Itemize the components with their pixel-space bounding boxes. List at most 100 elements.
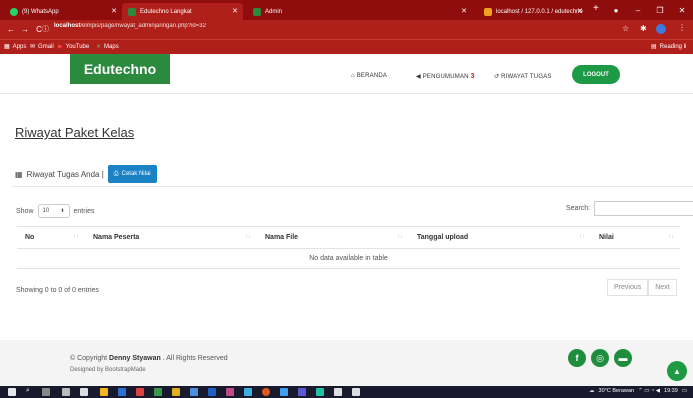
notification-icon[interactable]: ▭: [682, 388, 687, 394]
bookmark-maps[interactable]: ✕ Maps: [96, 43, 119, 51]
column-label: Nama File: [265, 234, 299, 241]
entries-select[interactable]: 10 ⬍: [37, 204, 70, 218]
new-tab-icon[interactable]: +: [593, 3, 599, 14]
minimize-icon[interactable]: –: [627, 6, 649, 15]
app-icon[interactable]: [208, 388, 216, 396]
nav-label: PENGUMUMAN: [422, 74, 469, 80]
maps-icon: ✕: [96, 44, 102, 50]
bookmark-youtube[interactable]: ▶ YouTube: [58, 43, 89, 51]
app-icon[interactable]: [118, 388, 126, 396]
facebook-icon[interactable]: f: [568, 349, 586, 367]
app-icon[interactable]: [136, 388, 144, 396]
bookmark-label: Maps: [104, 43, 119, 50]
forward-icon[interactable]: →: [18, 25, 32, 34]
explorer-icon[interactable]: [100, 388, 108, 396]
column-label: Nama Peserta: [93, 234, 140, 241]
profile-avatar[interactable]: [656, 24, 666, 34]
extensions-icon[interactable]: ✱: [640, 24, 647, 33]
app-icon[interactable]: [172, 388, 180, 396]
sort-icon: ↑↓: [245, 234, 251, 240]
phpmyadmin-icon: [484, 7, 492, 16]
nav-beranda[interactable]: ⌂ BERANDA: [351, 73, 387, 79]
task-view-icon[interactable]: [42, 388, 50, 396]
info-icon[interactable]: ⓘ: [42, 24, 49, 34]
gmail-icon: ✉: [30, 44, 36, 50]
maximize-icon[interactable]: ❐: [649, 6, 671, 15]
tab-label: localhost / 127.0.0.1 / edutechno: [496, 8, 583, 15]
app-icon[interactable]: [280, 388, 288, 396]
copyright-name: Denny Styawan: [109, 355, 161, 362]
app-icon[interactable]: [298, 388, 306, 396]
logout-button[interactable]: LOGOUT: [572, 65, 620, 84]
cetak-nilai-button[interactable]: ⎙ Cetak Nilai: [107, 165, 157, 183]
copyright-text: © Copyright Denny Styawan . All Rights R…: [70, 355, 228, 362]
clock[interactable]: 19:39: [664, 388, 678, 394]
back-to-top-button[interactable]: ▲: [667, 361, 687, 381]
close-icon[interactable]: ✕: [461, 7, 467, 15]
reading-list-label: Reading li: [659, 43, 687, 50]
column-header-tanggal-upload[interactable]: Tanggal upload ↑↓: [409, 226, 591, 249]
admin-icon: [253, 7, 261, 16]
close-icon[interactable]: ✕: [232, 7, 238, 15]
column-header-no[interactable]: No ↑↓: [17, 226, 85, 249]
chevron-down-icon: ⬍: [60, 208, 65, 214]
apps-icon: ▦: [4, 44, 10, 50]
reading-list[interactable]: ▤ Reading li: [651, 43, 687, 51]
instagram-icon[interactable]: ◎: [591, 349, 609, 367]
megaphone-icon: ◀: [416, 74, 421, 80]
table-header-row: No ↑↓ Nama Peserta ↑↓ Nama File ↑↓ Tanggal …: [17, 226, 680, 249]
table-icon: ▦: [15, 169, 23, 179]
close-window-icon[interactable]: ✕: [671, 6, 693, 15]
section-label: Riwayat Tugas Anda |: [26, 169, 104, 179]
search-icon[interactable]: ⌕: [26, 387, 30, 395]
bookmark-apps[interactable]: ▦ Apps: [4, 43, 26, 51]
browser-tab-phpmyadmin[interactable]: localhost / 127.0.0.1 / edutechno ✕: [478, 3, 588, 20]
profile-icon[interactable]: ●: [605, 6, 627, 15]
bookmark-gmail[interactable]: ✉ Gmail: [30, 43, 54, 51]
bookmarks-bar: ▦ Apps ✉ Gmail ▶ YouTube ✕ Maps ▤ Reading li: [0, 39, 693, 54]
app-icon[interactable]: [62, 388, 70, 396]
chevron-up-icon: ▲: [673, 366, 681, 376]
column-header-nama-peserta[interactable]: Nama Peserta ↑↓: [85, 226, 257, 249]
app-icon[interactable]: [244, 388, 252, 396]
chat-icon[interactable]: ▬: [614, 349, 632, 367]
close-icon[interactable]: ✕: [111, 7, 117, 15]
browser-tab-admin[interactable]: Admin ✕: [247, 3, 472, 20]
search-area: Search:: [566, 201, 693, 216]
tab-label: Admin: [265, 8, 283, 15]
app-icon[interactable]: [226, 388, 234, 396]
entries-length: Show 10 ⬍ entries: [16, 204, 95, 218]
column-header-nilai[interactable]: Nilai ↑↓: [591, 226, 680, 249]
url-host: localhost: [54, 23, 81, 29]
tab-label: (9) WhatsApp: [22, 8, 59, 15]
bookmark-star-icon[interactable]: ☆: [622, 24, 629, 33]
previous-button[interactable]: Previous: [607, 279, 649, 296]
nav-riwayat-tugas[interactable]: ↺ RIWAYAT TUGAS: [494, 73, 552, 80]
browser-tab-whatsapp[interactable]: (9) WhatsApp ✕: [4, 3, 122, 20]
site-navbar: Edutechno ⌂ BERANDA ◀ PENGUMUMAN 3 ↺ RIW…: [0, 54, 693, 94]
chrome-icon[interactable]: [262, 388, 270, 396]
tray-icons[interactable]: ⌃ ▭ ◔ ◀: [638, 388, 660, 394]
app-icon[interactable]: [334, 388, 342, 396]
entries-value: 10: [42, 208, 50, 214]
column-header-nama-file[interactable]: Nama File ↑↓: [257, 226, 409, 249]
menu-icon[interactable]: ⋮: [678, 23, 686, 32]
app-icon[interactable]: [190, 388, 198, 396]
app-icon[interactable]: [154, 388, 162, 396]
search-input[interactable]: [594, 201, 693, 216]
browser-tab-edutechno[interactable]: Edutechno Langkat ✕: [122, 3, 243, 20]
nav-pengumuman[interactable]: ◀ PENGUMUMAN 3: [416, 73, 475, 80]
store-icon[interactable]: [80, 388, 88, 396]
url-field[interactable]: localhost/elmpis/page/riwayat_adminjarin…: [54, 23, 206, 29]
column-label: No: [25, 234, 35, 241]
back-icon[interactable]: ←: [4, 25, 18, 34]
windows-start-icon[interactable]: [8, 388, 16, 396]
next-button[interactable]: Next: [648, 279, 677, 296]
close-icon[interactable]: ✕: [577, 7, 583, 15]
weather-text[interactable]: 30°C Berawan: [599, 388, 635, 394]
app-icon[interactable]: [316, 388, 324, 396]
app-icon[interactable]: [352, 388, 360, 396]
browser-tab-bar: (9) WhatsApp ✕ Edutechno Langkat ✕ Admin…: [0, 0, 693, 20]
brand-logo[interactable]: Edutechno: [70, 54, 170, 84]
riwayat-table: No ↑↓ Nama Peserta ↑↓ Nama File ↑↓ Tanggal …: [17, 226, 680, 269]
